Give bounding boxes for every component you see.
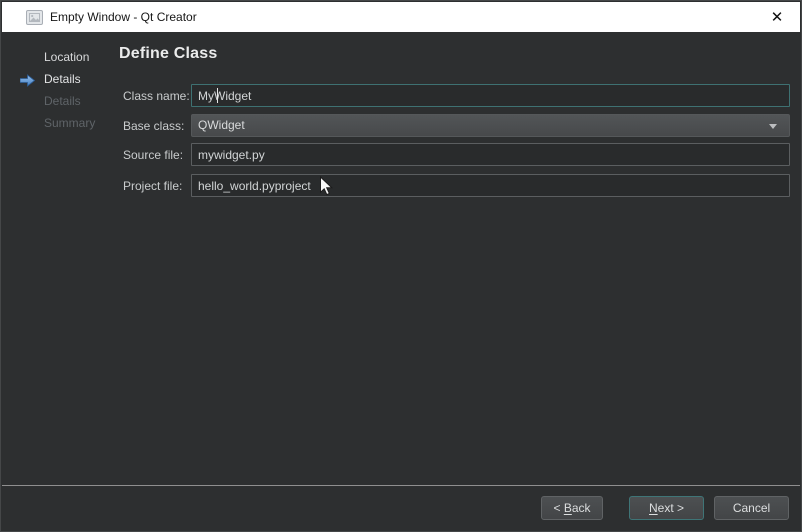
class-name-label: Class name: — [123, 89, 190, 103]
back-button-mnemonic: B — [564, 501, 572, 515]
back-button-label-rest: ack — [572, 501, 591, 515]
back-button[interactable]: < Back — [541, 496, 603, 520]
step-location: Location — [1, 46, 119, 68]
source-file-label: Source file: — [123, 148, 183, 162]
next-button-mnemonic: N — [649, 501, 658, 515]
base-class-selected-value: QWidget — [198, 118, 245, 132]
chevron-down-icon — [769, 124, 777, 129]
current-step-arrow-icon — [20, 72, 35, 85]
cancel-button-label: Cancel — [733, 501, 770, 515]
class-name-input[interactable] — [191, 84, 790, 107]
page-title: Define Class — [119, 45, 217, 63]
app-window-icon — [26, 10, 43, 25]
window-title: Empty Window - Qt Creator — [50, 2, 197, 32]
step-summary: Summary — [1, 112, 119, 134]
wizard-dialog: Empty Window - Qt Creator ✕ Location — [0, 0, 802, 532]
step-label: Details — [44, 94, 81, 108]
next-button-label-rest: ext > — [658, 501, 684, 515]
step-label: Location — [44, 50, 89, 64]
step-label: Summary — [44, 116, 95, 130]
base-class-label: Base class: — [123, 119, 184, 133]
wizard-steps-sidebar: Location Details Details Summar — [1, 46, 119, 134]
source-file-input[interactable] — [191, 143, 790, 166]
close-button[interactable]: ✕ — [754, 2, 800, 32]
step-details-upcoming: Details — [1, 90, 119, 112]
back-button-label: < — [553, 501, 563, 515]
text-caret — [217, 88, 218, 103]
footer-separator — [2, 485, 800, 486]
project-file-label: Project file: — [123, 179, 182, 193]
base-class-dropdown[interactable]: QWidget — [191, 114, 790, 137]
next-button[interactable]: Next > — [629, 496, 704, 520]
cancel-button[interactable]: Cancel — [714, 496, 789, 520]
step-details-current: Details — [1, 68, 119, 90]
close-icon: ✕ — [771, 8, 784, 26]
step-label: Details — [44, 72, 81, 86]
project-file-input[interactable] — [191, 174, 790, 197]
titlebar: Empty Window - Qt Creator ✕ — [2, 2, 800, 32]
